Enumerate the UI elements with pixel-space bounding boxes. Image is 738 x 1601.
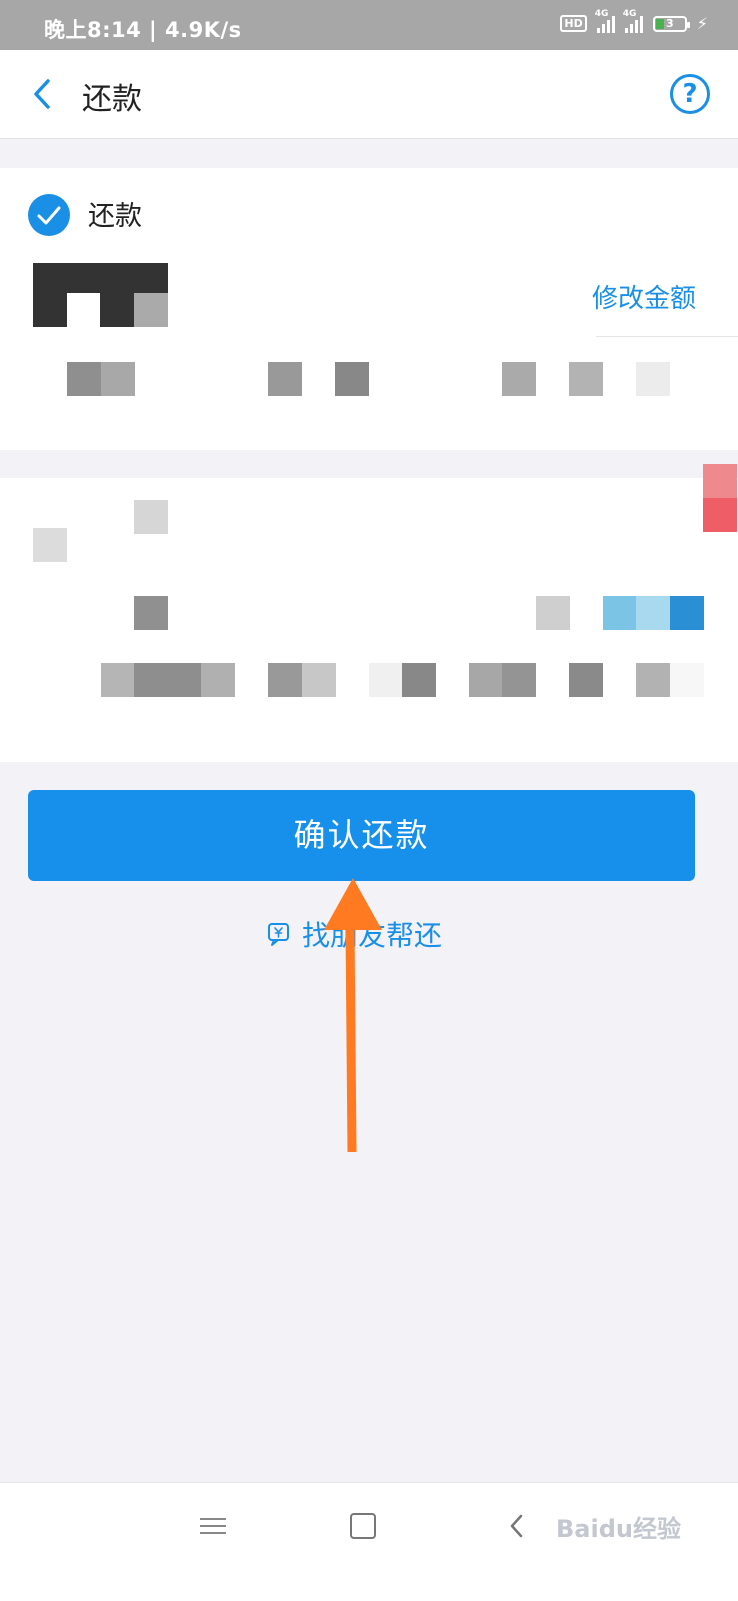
charging-icon: ⚡	[696, 14, 708, 33]
navigation-bar: 还款 ?	[0, 50, 738, 139]
status-icons: HD 4G 4G 3 ⚡	[560, 9, 708, 33]
checkmark-icon[interactable]	[28, 194, 70, 236]
repay-card: 还款 修改金额	[0, 168, 738, 450]
repay-option-label: 还款	[88, 201, 142, 232]
baidu-watermark: Baidu经验	[556, 1515, 681, 1543]
info-redacted	[0, 362, 738, 396]
triangle-back-icon[interactable]	[504, 1513, 530, 1539]
hd-icon: HD	[560, 15, 587, 32]
status-time: 晚上8:14 | 4.9K/s	[44, 18, 242, 42]
modify-amount-link[interactable]: 修改金额	[592, 278, 696, 315]
battery-level: 3	[665, 16, 674, 30]
network-label-2: 4G	[622, 8, 637, 19]
system-navigation-bar: Baidu经验	[0, 1482, 738, 1601]
help-button[interactable]: ?	[670, 74, 710, 114]
details-card-redacted	[0, 464, 738, 762]
signal-icon-2: 4G	[623, 9, 643, 33]
battery-icon: 3	[652, 15, 690, 32]
network-label: 4G	[594, 8, 609, 19]
divider	[596, 336, 738, 337]
back-button[interactable]	[22, 72, 66, 116]
status-bar: 晚上8:14 | 4.9K/s HD 4G 4G 3 ⚡	[0, 0, 738, 50]
yuan-chat-icon	[268, 923, 289, 946]
square-home-icon[interactable]	[350, 1513, 376, 1539]
page-title: 还款	[82, 82, 142, 117]
menu-icon[interactable]	[200, 1513, 226, 1539]
amount-redacted	[33, 263, 168, 327]
signal-icon: 4G	[595, 9, 615, 33]
orange-arrow-annotation	[324, 878, 382, 1152]
